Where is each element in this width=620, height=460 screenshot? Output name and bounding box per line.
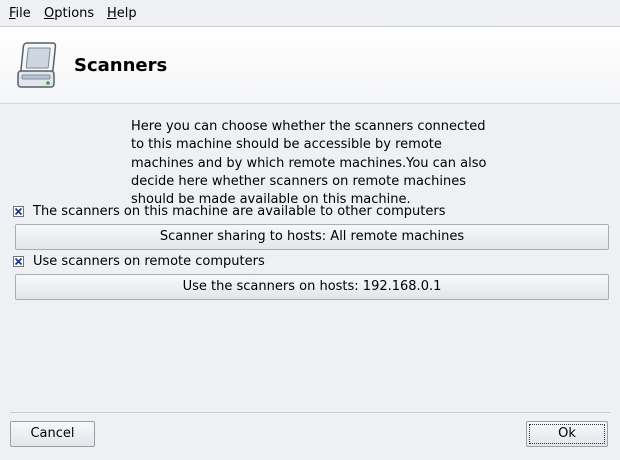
menu-help-mnemonic: H [107, 6, 117, 21]
description-text: Here you can choose whether the scanners… [131, 119, 487, 208]
menu-file-label: ile [15, 6, 31, 21]
footer-separator [10, 412, 610, 413]
ok-button[interactable]: Ok [526, 421, 608, 447]
remote-scanner-hosts-button[interactable]: Use the scanners on hosts: 192.168.0.1 [15, 274, 609, 300]
menu-file[interactable]: File [9, 6, 31, 21]
header-banner: Scanners [0, 27, 620, 104]
menu-bar: File Options Help [0, 0, 620, 27]
menu-options[interactable]: Options [44, 6, 94, 21]
share-local-checkbox[interactable] [13, 206, 24, 217]
menu-options-label: ptions [54, 6, 95, 21]
cancel-button[interactable]: Cancel [10, 421, 95, 447]
scanner-icon [14, 41, 58, 89]
use-remote-label: Use scanners on remote computers [33, 254, 265, 269]
share-local-label: The scanners on this machine are availab… [33, 204, 446, 219]
scanner-sharing-hosts-button[interactable]: Scanner sharing to hosts: All remote mac… [15, 224, 609, 250]
menu-options-mnemonic: O [44, 6, 55, 21]
menu-help-label: elp [116, 6, 137, 21]
check-mark-icon [14, 207, 23, 216]
page-title: Scanners [74, 55, 168, 76]
use-remote-checkbox[interactable] [13, 256, 24, 267]
check-mark-icon [14, 257, 23, 266]
menu-help[interactable]: Help [107, 6, 137, 21]
